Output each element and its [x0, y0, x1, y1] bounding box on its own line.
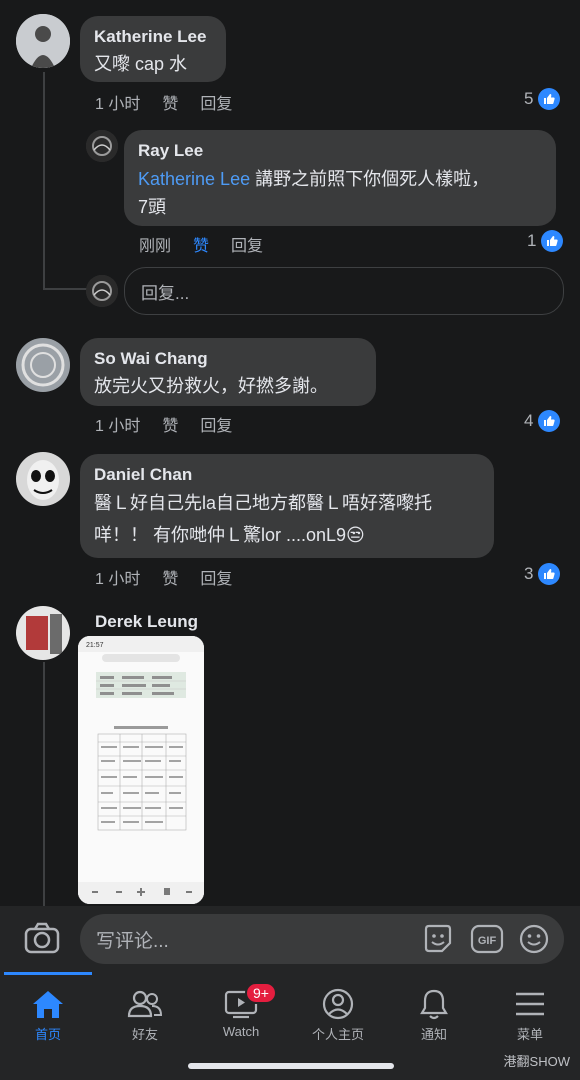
- comment-author[interactable]: Daniel Chan: [94, 464, 480, 486]
- avatar[interactable]: [16, 606, 70, 660]
- reply-button[interactable]: 回复: [200, 565, 232, 589]
- profile-icon: [322, 988, 354, 1020]
- comment-text: 醫Ｌ好自己先la自己地方都醫Ｌ唔好落嚟托: [94, 493, 433, 513]
- comment-author[interactable]: Derek Leung: [95, 611, 198, 633]
- thread-line: [43, 662, 45, 906]
- active-tab-indicator: [4, 972, 92, 975]
- emoji-icon[interactable]: [518, 923, 550, 961]
- comment-text-part: 講野之前照下你個死人樣啦，: [250, 169, 490, 189]
- comment-bubble[interactable]: Katherine Lee 又嚟 cap 水: [80, 16, 226, 82]
- thumbs-up-icon: [538, 88, 561, 110]
- tab-label: 首页: [34, 1027, 61, 1042]
- tab-label: Watch: [222, 1024, 260, 1039]
- comment-time: 1 小时: [95, 418, 141, 435]
- comment-author[interactable]: So Wai Chang: [94, 348, 362, 370]
- reply-input[interactable]: 回复...: [124, 267, 564, 315]
- reply-button[interactable]: 回复: [200, 412, 232, 436]
- avatar[interactable]: [86, 130, 118, 162]
- like-count[interactable]: 5: [524, 88, 561, 110]
- avatar[interactable]: [16, 14, 70, 68]
- comment-bubble[interactable]: So Wai Chang 放完火又扮救火，好撚多謝。: [80, 338, 376, 406]
- notification-badge: 9+: [245, 982, 277, 1004]
- tab-profile[interactable]: 个人主页: [290, 982, 386, 1052]
- like-button[interactable]: 赞: [162, 90, 178, 114]
- comment-actions: 1 小时 赞 回复: [95, 565, 232, 589]
- tab-label: 菜单: [516, 1027, 543, 1042]
- thumbs-up-icon: [541, 230, 564, 252]
- comment-text-line2: 咩！！ 有你哋仲Ｌ驚lor ....onL9😒: [94, 525, 365, 545]
- like-button[interactable]: 赞: [162, 565, 178, 589]
- comment-image-attachment[interactable]: 21:57: [78, 636, 204, 904]
- comment-author[interactable]: Katherine Lee: [94, 26, 212, 48]
- tab-menu[interactable]: 菜单: [482, 982, 578, 1052]
- comment-text: Katherine Lee 講野之前照下你個死人樣啦，: [138, 164, 542, 194]
- like-button[interactable]: 赞: [193, 232, 209, 256]
- comment-actions: 刚刚 赞 回复: [139, 232, 263, 256]
- like-count[interactable]: 4: [524, 410, 561, 432]
- comment-bubble[interactable]: Daniel Chan 醫Ｌ好自己先la自己地方都醫Ｌ唔好落嚟托 咩！！ 有你哋…: [80, 454, 494, 558]
- like-button[interactable]: 赞: [162, 412, 178, 436]
- thread-connector: [43, 288, 87, 290]
- camera-icon[interactable]: [24, 922, 60, 959]
- tab-label: 个人主页: [311, 1027, 364, 1042]
- avatar[interactable]: [16, 452, 70, 506]
- svg-text:GIF: GIF: [478, 935, 497, 947]
- like-count-number: 1: [527, 231, 537, 250]
- tab-home[interactable]: 首页: [0, 982, 96, 1052]
- comment-input-placeholder: 写评论...: [96, 930, 169, 952]
- home-indicator[interactable]: [188, 1063, 394, 1069]
- watermark: 港翻SHOW: [503, 1054, 570, 1069]
- comment-composer: 写评论... GIF: [0, 906, 580, 972]
- comment-time: 1 小时: [95, 571, 141, 588]
- comment-time: 刚刚: [139, 238, 172, 255]
- thumbs-up-icon: [538, 410, 561, 432]
- thread-line: [43, 72, 45, 290]
- gif-icon[interactable]: GIF: [470, 923, 504, 961]
- like-count-number: 5: [524, 89, 534, 108]
- tab-watch[interactable]: Watch 9+: [193, 982, 289, 1052]
- reply-button[interactable]: 回复: [231, 232, 263, 256]
- screenshot-time: 21:57: [86, 642, 104, 649]
- comment-text: 放完火又扮救火，好撚多謝。: [94, 376, 328, 396]
- reply-button[interactable]: 回复: [200, 90, 232, 114]
- bell-icon: [420, 989, 448, 1020]
- thumbs-up-icon: [538, 563, 561, 585]
- home-icon: [33, 991, 63, 1018]
- like-count-number: 3: [524, 564, 534, 583]
- comment-actions: 1 小时 赞 回复: [95, 90, 232, 114]
- friends-icon: [127, 990, 163, 1018]
- mention-link[interactable]: Katherine Lee: [138, 169, 250, 189]
- comment-bubble[interactable]: Ray Lee Katherine Lee 講野之前照下你個死人樣啦， 7頭: [124, 130, 556, 226]
- tab-friends[interactable]: 好友: [97, 982, 193, 1052]
- menu-icon: [516, 992, 544, 1016]
- current-user-avatar: [86, 275, 118, 307]
- tab-label: 通知: [420, 1027, 447, 1042]
- sticker-icon[interactable]: [422, 923, 454, 961]
- comment-author[interactable]: Ray Lee: [138, 140, 542, 162]
- tab-notifications[interactable]: 通知: [386, 982, 482, 1052]
- comment-text: 又嚟 cap 水: [94, 54, 188, 74]
- avatar[interactable]: [16, 338, 70, 392]
- comment-text-line2: 7頭: [138, 197, 167, 217]
- comment-input[interactable]: 写评论... GIF: [80, 914, 564, 964]
- like-count[interactable]: 3: [524, 563, 561, 585]
- comment-time: 1 小时: [95, 96, 141, 113]
- like-count-number: 4: [524, 411, 534, 430]
- comment-actions: 1 小时 赞 回复: [95, 412, 232, 436]
- like-count[interactable]: 1: [527, 230, 564, 252]
- tab-label: 好友: [131, 1027, 158, 1042]
